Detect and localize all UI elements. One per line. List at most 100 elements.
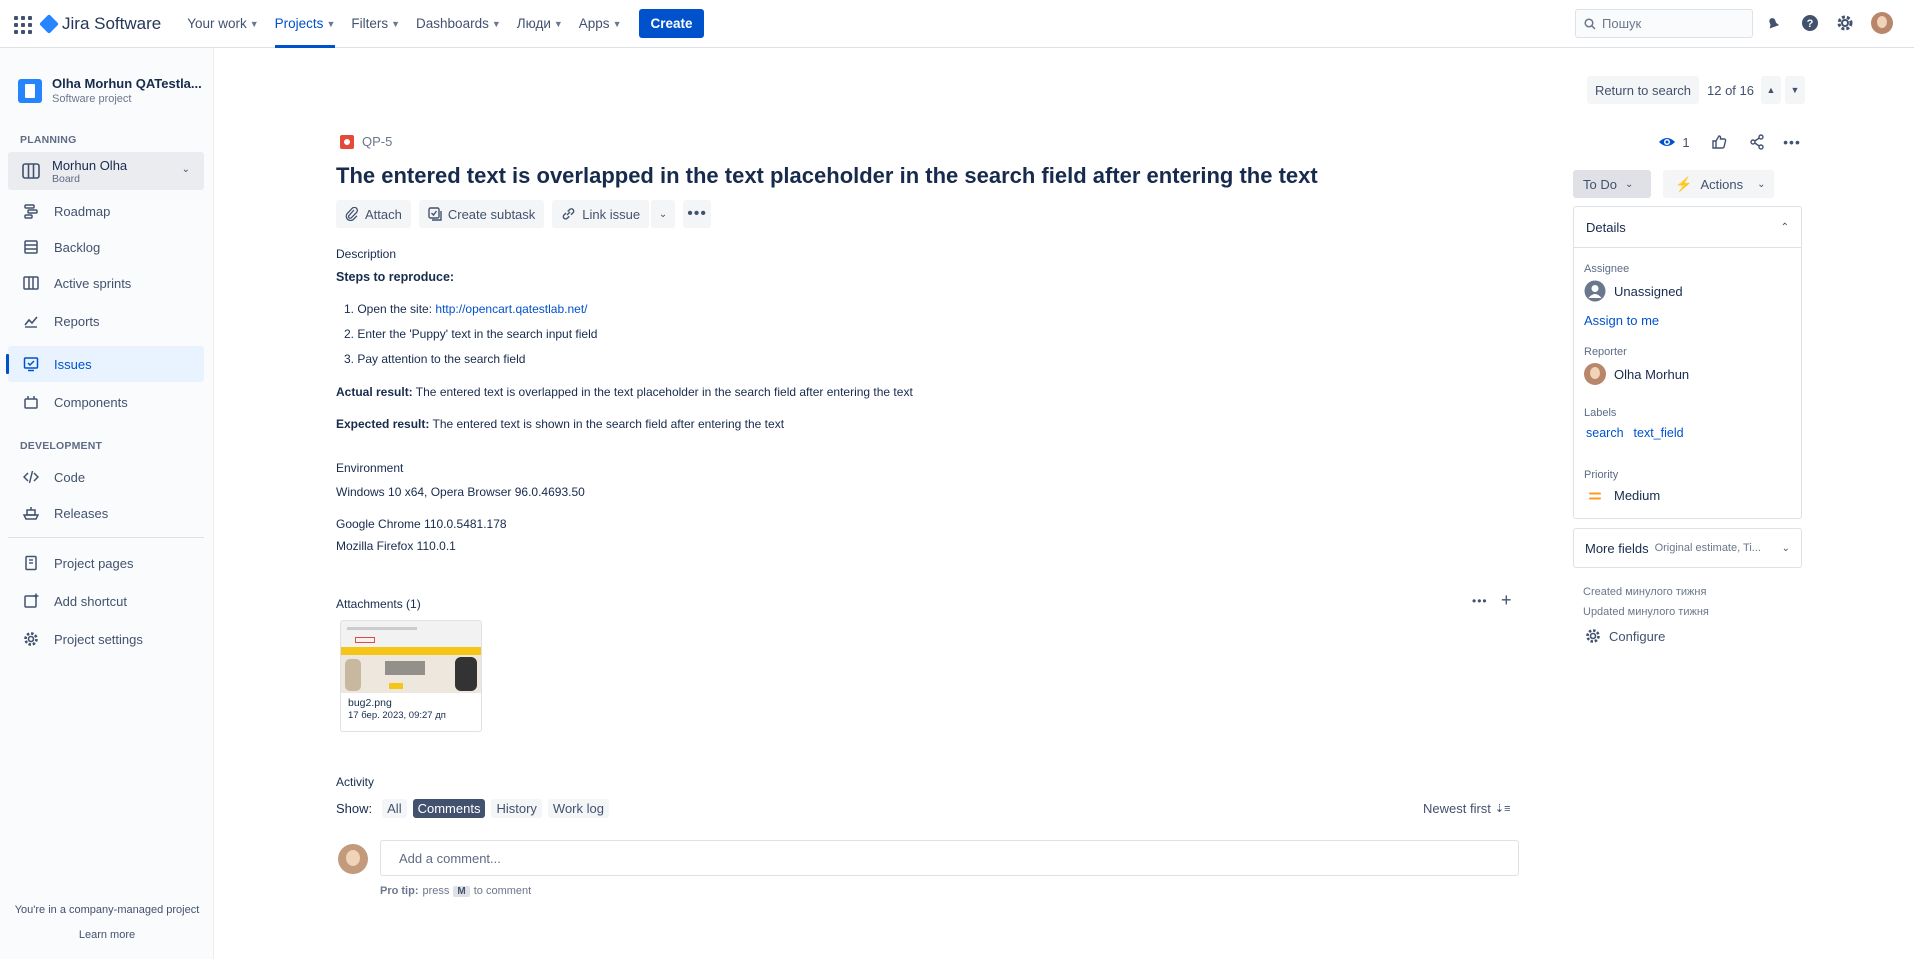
keyboard-shortcut-key: M xyxy=(453,885,470,897)
chevron-down-icon: ⌄ xyxy=(658,208,668,220)
link-issue-button[interactable]: Link issue xyxy=(552,200,650,228)
assignee-field[interactable]: Unassigned xyxy=(1584,280,1683,302)
project-header[interactable]: Olha Morhun QATestla... Software project xyxy=(18,76,202,105)
add-attachment-icon[interactable]: + xyxy=(1501,590,1512,611)
created-date: Created минулого тижня xyxy=(1583,586,1707,598)
create-subtask-button[interactable]: Create subtask xyxy=(418,200,545,228)
sidebar-item-project-pages[interactable]: Project pages xyxy=(8,545,204,581)
sidebar-item-label: Code xyxy=(54,469,86,485)
nav-dashboards[interactable]: Dashboards ▼ xyxy=(408,0,509,48)
help-icon[interactable]: ? xyxy=(1799,12,1821,34)
actual-result: Actual result: The entered text is overl… xyxy=(336,385,913,399)
jira-logo[interactable]: Jira Software xyxy=(39,14,161,34)
status-label: To Do xyxy=(1583,176,1617,192)
nav-your-work[interactable]: Your work ▼ xyxy=(179,0,266,48)
nav-filters[interactable]: Filters ▼ xyxy=(343,0,408,48)
more-actions-button[interactable]: ••• xyxy=(683,200,712,228)
sidebar-item-add-shortcut[interactable]: Add shortcut xyxy=(8,583,204,619)
comment-placeholder: Add a comment... xyxy=(399,850,501,866)
site-link[interactable]: http://opencart.qatestlab.net/ xyxy=(435,302,587,316)
nav-label: Your work xyxy=(187,16,247,31)
sidebar-item-roadmap[interactable]: Roadmap xyxy=(8,193,204,229)
nav-label: Люди xyxy=(516,16,551,31)
chevron-down-icon: ⌄ xyxy=(1781,542,1790,554)
labels-field[interactable]: search text_field xyxy=(1586,426,1684,440)
priority-field[interactable]: Medium xyxy=(1588,488,1660,503)
search-input[interactable]: Пошук xyxy=(1575,9,1753,38)
nav-apps[interactable]: Apps ▼ xyxy=(571,0,630,48)
nav-label: Projects xyxy=(274,16,324,31)
pro-tip-rest: to comment xyxy=(473,885,532,897)
configure-label: Configure xyxy=(1609,628,1666,644)
code-icon xyxy=(22,468,40,486)
app-switcher-icon[interactable] xyxy=(12,14,32,34)
more-fields-section[interactable]: More fields Original estimate, Ti... ⌄ xyxy=(1573,528,1802,568)
link-issue-dropdown[interactable]: ⌄ xyxy=(651,200,676,228)
label-tag[interactable]: text_field xyxy=(1634,426,1684,440)
svg-text:?: ? xyxy=(1807,18,1814,30)
sidebar-item-issues[interactable]: Issues xyxy=(6,346,204,382)
watch-button[interactable]: 1 xyxy=(1654,130,1694,154)
share-icon[interactable] xyxy=(1745,130,1769,154)
user-avatar[interactable] xyxy=(1871,12,1893,34)
learn-more-link[interactable]: Learn more xyxy=(0,929,214,941)
sidebar-item-label: Add shortcut xyxy=(54,593,127,609)
tab-history[interactable]: History xyxy=(491,799,542,818)
status-dropdown[interactable]: To Do ⌄ xyxy=(1573,170,1651,198)
sidebar-item-label: Backlog xyxy=(54,239,101,255)
sidebar-item-components[interactable]: Components xyxy=(8,384,204,420)
sidebar-item-active-sprints[interactable]: Active sprints xyxy=(8,265,204,301)
attachment-card[interactable]: bug2.png 17 бер. 2023, 09:27 дп xyxy=(340,620,482,732)
more-options-icon[interactable]: ••• xyxy=(1780,130,1804,154)
details-panel: Details ⌃ Assignee Unassigned Assign to … xyxy=(1573,206,1802,519)
attachments-more-icon[interactable]: ••• xyxy=(1472,594,1488,608)
link-issue-label: Link issue xyxy=(582,206,641,222)
activity-heading: Activity xyxy=(336,775,375,789)
eye-icon xyxy=(1659,138,1676,146)
step-2-text: Enter the 'Puppy' text in the search inp… xyxy=(357,327,598,341)
sidebar-item-project-settings[interactable]: Project settings xyxy=(8,621,204,657)
environment-line: Mozilla Firefox 110.0.1 xyxy=(336,539,456,553)
vote-thumbs-up-icon[interactable] xyxy=(1707,130,1731,154)
environment-line: Windows 10 x64, Opera Browser 96.0.4693.… xyxy=(336,485,585,499)
tab-comments[interactable]: Comments xyxy=(412,799,486,818)
development-section-title: DEVELOPMENT xyxy=(20,440,103,452)
pro-tip-label: Pro tip: xyxy=(380,885,419,897)
step-1-text: Open the site: xyxy=(357,302,436,316)
comment-input[interactable]: Add a comment... xyxy=(380,840,1519,876)
create-button[interactable]: Create xyxy=(639,9,704,38)
sidebar-item-backlog[interactable]: Backlog xyxy=(8,229,204,265)
tab-all[interactable]: All xyxy=(382,799,407,818)
issue-key[interactable]: QP-5 xyxy=(362,134,392,149)
sidebar-item-releases[interactable]: Releases xyxy=(8,495,204,531)
attachment-thumbnail xyxy=(341,621,481,693)
board-selector[interactable]: Morhun Olha Board ⌄ xyxy=(8,152,204,190)
actions-dropdown[interactable]: ⚡ Actions ⌄ xyxy=(1663,170,1774,198)
sort-order-button[interactable]: Newest first ⇣≡ xyxy=(1423,801,1511,816)
next-issue-button[interactable]: ▼ xyxy=(1785,76,1805,104)
nav-projects[interactable]: Projects ▼ xyxy=(267,0,344,48)
tab-work-log[interactable]: Work log xyxy=(547,799,609,818)
label-tag[interactable]: search xyxy=(1586,426,1624,440)
attach-button[interactable]: Attach xyxy=(336,200,411,228)
sidebar-item-reports[interactable]: Reports xyxy=(8,303,204,339)
expected-result: Expected result: The entered text is sho… xyxy=(336,417,784,431)
reports-icon xyxy=(22,312,40,330)
reporter-field[interactable]: Olha Morhun xyxy=(1584,363,1689,385)
assign-to-me-link[interactable]: Assign to me xyxy=(1584,313,1659,328)
notifications-icon[interactable] xyxy=(1762,12,1784,34)
chevron-up-icon: ⌃ xyxy=(1780,221,1789,233)
nav-people[interactable]: Люди ▼ xyxy=(509,0,571,48)
details-header[interactable]: Details ⌃ xyxy=(1574,207,1801,248)
configure-button[interactable]: Configure xyxy=(1585,628,1665,644)
issue-title[interactable]: The entered text is overlapped in the te… xyxy=(336,163,1318,189)
sidebar-item-code[interactable]: Code xyxy=(8,459,204,495)
return-to-search-button[interactable]: Return to search xyxy=(1587,76,1699,104)
activity-filter: Show: All Comments History Work log xyxy=(336,799,609,818)
expected-result-label: Expected result: xyxy=(336,417,430,431)
settings-gear-icon[interactable] xyxy=(1834,12,1856,34)
previous-issue-button[interactable]: ▲ xyxy=(1761,76,1781,104)
step-3-text: Pay attention to the search field xyxy=(357,352,526,366)
labels-label: Labels xyxy=(1584,407,1617,419)
unassigned-avatar-icon xyxy=(1584,280,1606,302)
